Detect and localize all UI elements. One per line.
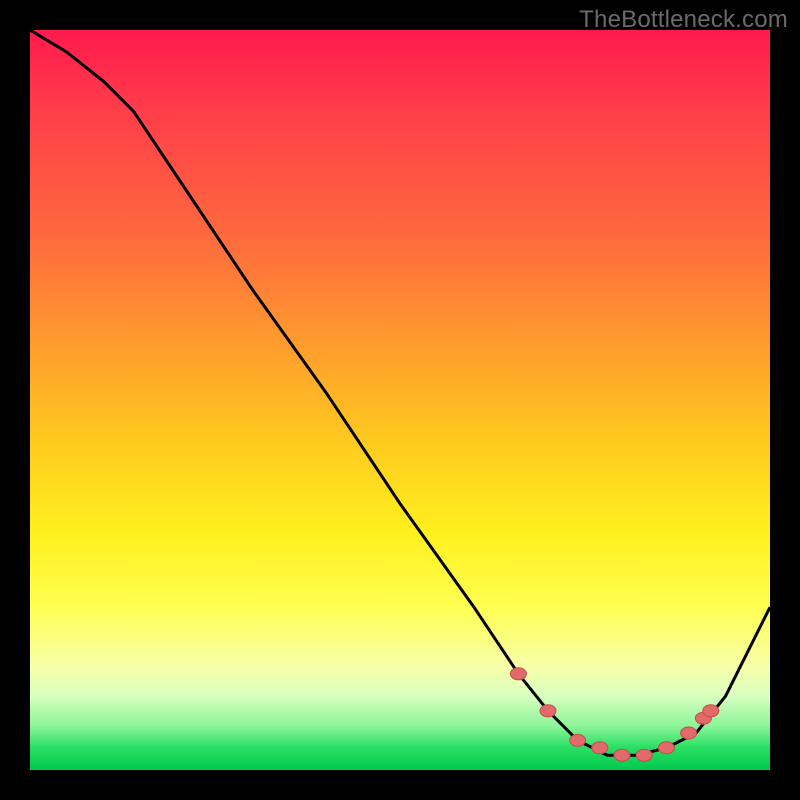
data-point [540, 705, 556, 717]
data-point [636, 749, 652, 761]
chart-frame: TheBottleneck.com [0, 0, 800, 800]
curve-line [30, 30, 770, 755]
data-point [703, 705, 719, 717]
data-points [510, 668, 718, 761]
watermark-text: TheBottleneck.com [579, 6, 788, 34]
bottleneck-curve [30, 30, 770, 770]
data-point [681, 727, 697, 739]
data-point [614, 749, 630, 761]
data-point [658, 742, 674, 754]
data-point [592, 742, 608, 754]
plot-area [30, 30, 770, 770]
data-point [570, 734, 586, 746]
data-point [510, 668, 526, 680]
